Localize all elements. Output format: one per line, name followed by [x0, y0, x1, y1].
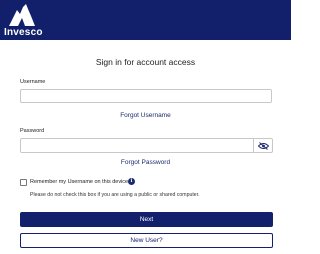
password-field [20, 138, 273, 153]
username-input[interactable] [20, 89, 272, 103]
mountain-icon [9, 4, 35, 26]
info-icon[interactable]: i [128, 178, 135, 185]
remember-label[interactable]: Remember my Username on this device [30, 179, 128, 185]
logo-text: Invesco [4, 27, 43, 38]
brand-header: Invesco [0, 0, 291, 40]
page-title: Sign in for account access [95, 57, 196, 67]
password-label: Password [20, 128, 45, 134]
forgot-username-link[interactable]: Forgot Username [0, 112, 291, 119]
next-button[interactable]: Next [20, 212, 273, 227]
remember-checkbox[interactable] [20, 179, 27, 186]
forgot-password-link[interactable]: Forgot Password [0, 159, 291, 166]
invesco-logo[interactable]: Invesco [4, 4, 43, 38]
eye-slash-icon [257, 141, 269, 150]
new-user-button[interactable]: New User? [20, 233, 273, 248]
password-input[interactable] [20, 138, 254, 153]
username-label: Username [20, 79, 46, 85]
show-password-toggle[interactable] [254, 138, 273, 153]
help-text: Please do not check this box if you are … [30, 192, 200, 198]
